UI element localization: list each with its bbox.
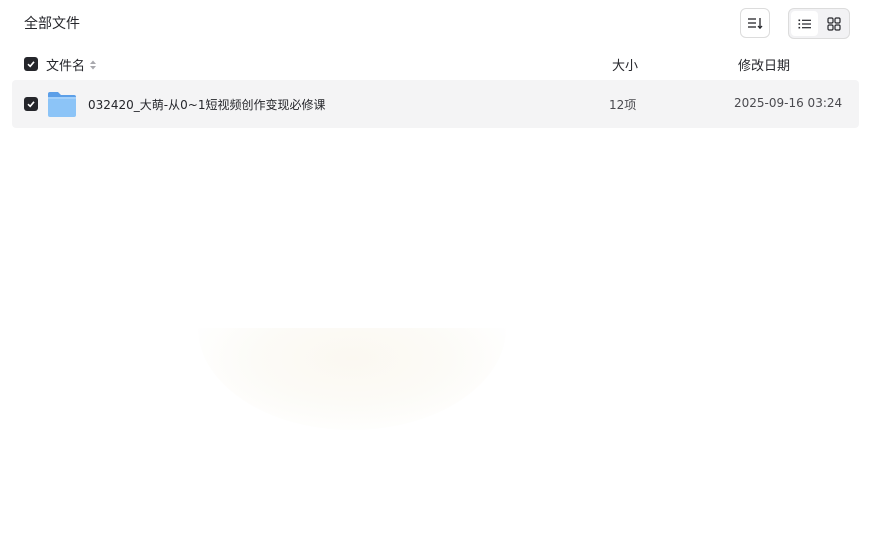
- grid-view-icon: [826, 16, 841, 31]
- row-checkbox[interactable]: [24, 97, 38, 111]
- list-view-button[interactable]: [791, 11, 818, 36]
- sort-arrows-icon: [90, 60, 97, 69]
- empty-area-shadow: [198, 328, 506, 430]
- file-browser: 全部文件 文件名 大小 修改日期 032420_大萌-从0~1短视频创作变现必修…: [0, 0, 874, 538]
- file-name[interactable]: 032420_大萌-从0~1短视频创作变现必修课: [88, 96, 325, 113]
- file-size: 12项: [609, 98, 637, 112]
- check-icon: [27, 61, 35, 68]
- list-view-icon: [798, 19, 811, 28]
- column-header-name[interactable]: 文件名: [46, 55, 97, 74]
- table-header: 文件名 大小 修改日期: [24, 52, 850, 76]
- table-row[interactable]: 032420_大萌-从0~1短视频创作变现必修课 12项 2025-09-16 …: [12, 80, 859, 128]
- column-header-name-label: 文件名: [46, 59, 86, 74]
- select-all-checkbox[interactable]: [24, 57, 38, 71]
- breadcrumb[interactable]: 全部文件: [24, 14, 80, 34]
- grid-view-button[interactable]: [820, 11, 847, 36]
- sort-icon: [748, 18, 763, 30]
- view-mode-switch: [788, 8, 850, 39]
- column-header-size[interactable]: 大小: [612, 55, 638, 74]
- folder-icon: [48, 92, 76, 117]
- sort-button[interactable]: [740, 8, 770, 38]
- file-modified-date: 2025-09-16 03:24: [734, 96, 843, 110]
- column-header-date[interactable]: 修改日期: [738, 55, 790, 74]
- check-icon: [27, 101, 35, 108]
